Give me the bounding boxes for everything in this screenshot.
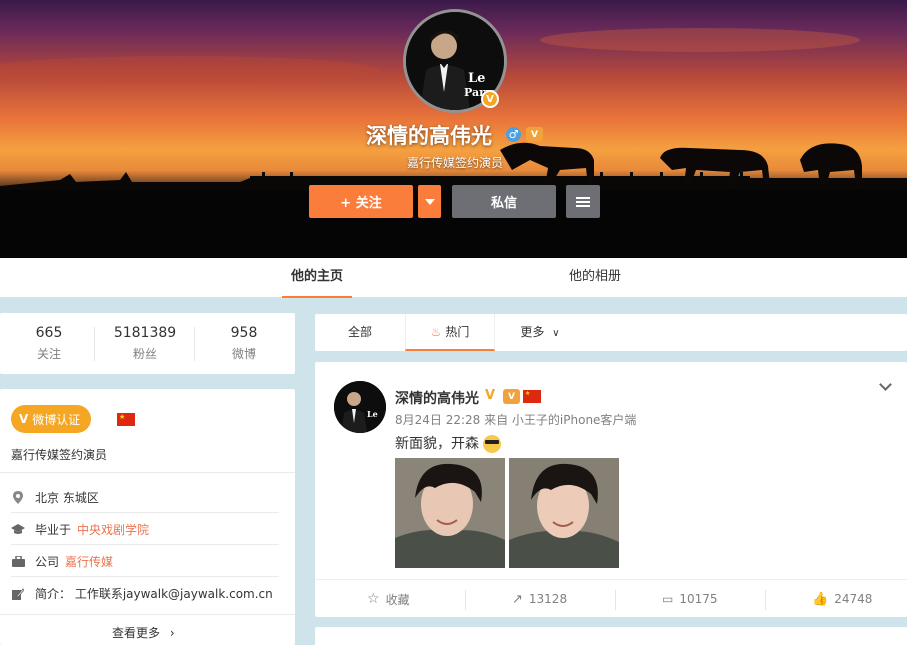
divider bbox=[11, 544, 279, 545]
post-verified-icon: V bbox=[485, 388, 496, 403]
stat-following[interactable]: 665 关注 bbox=[0, 325, 98, 362]
profile-description: 嘉行传媒签约演员 bbox=[407, 156, 504, 170]
company-prefix: 公司 bbox=[35, 555, 60, 569]
repost-button[interactable]: ↗ 13128 bbox=[512, 580, 567, 618]
tab-hot[interactable]: ♨ 热门 bbox=[405, 314, 495, 351]
company-link[interactable]: 嘉行传媒 bbox=[65, 553, 113, 570]
divider bbox=[615, 590, 616, 610]
comment-icon: ▭ bbox=[662, 592, 674, 606]
divider bbox=[11, 512, 279, 513]
bio-text: 简介： 工作联系jaywalk@jaywalk.com.cn bbox=[35, 587, 273, 601]
divider bbox=[11, 576, 279, 577]
profile-name: 深情的高伟光 bbox=[366, 124, 492, 148]
graduation-cap-icon bbox=[11, 523, 25, 537]
info-location: 北京 东城区 bbox=[11, 489, 99, 506]
stat-following-label: 关注 bbox=[36, 347, 61, 361]
like-count: 24748 bbox=[834, 592, 873, 606]
caret-down-icon bbox=[424, 198, 435, 205]
stat-followers-value: 5181389 bbox=[113, 325, 177, 341]
post-photo[interactable] bbox=[395, 458, 505, 568]
tab-all[interactable]: 全部 bbox=[315, 314, 405, 351]
post-action-bar: ☆ 收藏 ↗ 13128 ▭ 10175 👍 24748 bbox=[315, 579, 907, 617]
post-avatar-image: Le bbox=[334, 381, 386, 433]
follow-button[interactable]: + 关注 bbox=[309, 185, 413, 218]
tab-album[interactable]: 他的相册 bbox=[560, 258, 630, 298]
divider bbox=[0, 472, 295, 473]
education-school-link[interactable]: 中央戏剧学院 bbox=[77, 521, 149, 538]
repost-icon: ↗ bbox=[512, 591, 523, 607]
avatar-logo-text: Le bbox=[468, 71, 485, 86]
divider bbox=[765, 590, 766, 610]
sunglasses-emoji-icon bbox=[483, 435, 502, 453]
chevron-right-icon: › bbox=[169, 626, 175, 640]
profile-tab-bar: 他的主页 他的相册 bbox=[0, 258, 907, 298]
chevron-down-icon: ∨ bbox=[552, 328, 560, 339]
comment-button[interactable]: ▭ 10175 bbox=[662, 580, 718, 618]
divider bbox=[94, 327, 95, 361]
comment-count: 10175 bbox=[679, 592, 718, 606]
verify-label: 微博认证 bbox=[32, 412, 81, 427]
favorite-label: 收藏 bbox=[385, 592, 410, 607]
like-button[interactable]: 👍 24748 bbox=[812, 580, 872, 618]
follow-dropdown-button[interactable] bbox=[418, 185, 441, 218]
star-icon: ☆ bbox=[367, 591, 380, 607]
education-prefix: 毕业于 bbox=[35, 523, 72, 537]
china-flag-icon bbox=[117, 412, 135, 426]
member-level-icon[interactable]: V bbox=[503, 389, 520, 404]
post-text-content: 新面貌，开森 bbox=[395, 436, 479, 452]
info-education: 毕业于 中央戏剧学院 bbox=[11, 521, 149, 538]
message-button[interactable]: 私信 bbox=[452, 185, 556, 218]
thumbs-up-icon: 👍 bbox=[812, 591, 829, 607]
stat-posts-label: 微博 bbox=[231, 347, 256, 361]
member-level-icon[interactable]: V bbox=[526, 127, 543, 142]
favorite-button[interactable]: ☆ 收藏 bbox=[367, 580, 410, 618]
feed-filter-tabs: 全部 ♨ 热门 更多 ∨ bbox=[315, 314, 907, 351]
verify-v-icon: V bbox=[19, 412, 29, 426]
briefcase-icon bbox=[11, 555, 25, 569]
weibo-post-card bbox=[315, 627, 907, 645]
info-bio: 简介： 工作联系jaywalk@jaywalk.com.cn bbox=[11, 585, 273, 602]
post-meta[interactable]: 8月24日 22:28 来自 小王子的iPhone客户端 bbox=[395, 411, 636, 428]
more-menu-button[interactable] bbox=[566, 185, 600, 218]
post-text: 新面貌，开森 bbox=[395, 433, 502, 453]
stat-followers-label: 粉丝 bbox=[132, 347, 157, 361]
china-flag-icon bbox=[523, 389, 541, 403]
verify-description: 嘉行传媒签约演员 bbox=[11, 448, 108, 462]
stat-following-value: 665 bbox=[35, 325, 63, 341]
flame-icon: ♨ bbox=[430, 325, 442, 339]
stat-followers[interactable]: 5181389 粉丝 bbox=[96, 325, 194, 362]
location-pin-icon bbox=[11, 491, 25, 505]
tab-more[interactable]: 更多 ∨ bbox=[495, 314, 585, 351]
view-more-label: 查看更多 bbox=[112, 626, 161, 640]
post-author-name[interactable]: 深情的高伟光 bbox=[395, 388, 479, 408]
stat-posts[interactable]: 958 微博 bbox=[195, 325, 293, 362]
menu-icon bbox=[576, 196, 590, 207]
stat-posts-value: 958 bbox=[230, 325, 258, 341]
location-text: 北京 东城区 bbox=[35, 491, 99, 505]
info-company: 公司 嘉行传媒 bbox=[11, 553, 113, 570]
weibo-verify-badge[interactable]: V 微博认证 bbox=[11, 405, 92, 433]
post-photo[interactable] bbox=[509, 458, 619, 568]
tab-hot-label: 热门 bbox=[445, 325, 470, 339]
post-author-avatar[interactable]: Le bbox=[334, 381, 386, 433]
repost-count: 13128 bbox=[528, 592, 568, 606]
tab-more-label: 更多 bbox=[520, 325, 545, 339]
selfie-photo-image bbox=[395, 458, 505, 568]
divider bbox=[0, 614, 295, 615]
svg-text:Le: Le bbox=[367, 409, 378, 419]
tab-home[interactable]: 他的主页 bbox=[282, 258, 352, 298]
divider bbox=[465, 590, 466, 610]
male-gender-icon: ♂ bbox=[506, 127, 521, 142]
stats-card: 665 关注 5181389 粉丝 958 微博 bbox=[0, 313, 295, 374]
selfie-photo-image bbox=[509, 458, 619, 568]
edit-note-icon bbox=[11, 587, 25, 601]
view-more-link[interactable]: 查看更多 › bbox=[112, 624, 175, 641]
verified-badge-icon: V bbox=[481, 90, 499, 108]
